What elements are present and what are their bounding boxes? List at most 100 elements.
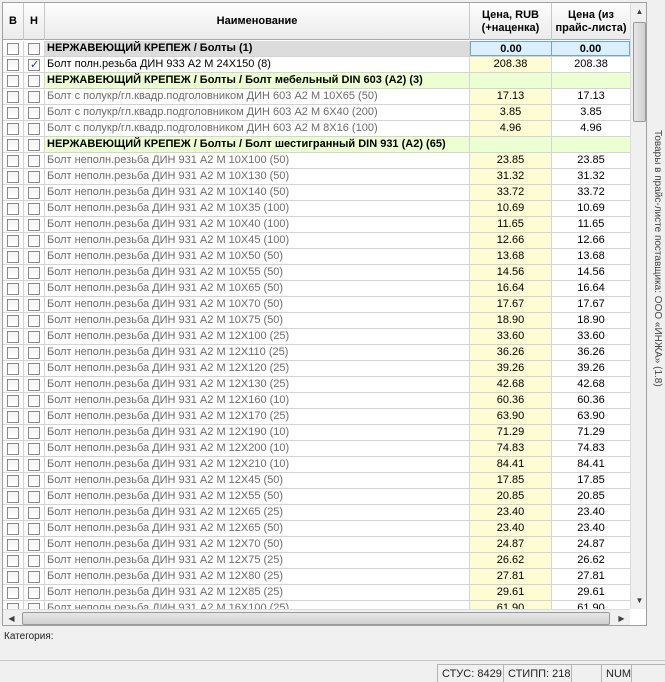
checkbox-b[interactable] [7, 379, 19, 391]
checkbox-h[interactable] [28, 523, 40, 535]
checkbox-h[interactable] [28, 123, 40, 135]
table-row[interactable]: Болт неполн.резьба ДИН 931 А2 М 12Х85 (2… [3, 585, 630, 601]
table-row[interactable]: Болт неполн.резьба ДИН 931 А2 М 10Х65 (5… [3, 281, 630, 297]
name-cell[interactable]: Болт неполн.резьба ДИН 931 А2 М 12Х80 (2… [45, 569, 470, 584]
checkbox-h[interactable] [28, 491, 40, 503]
price-markup-cell[interactable]: 33.60 [470, 329, 552, 344]
checkbox-h[interactable] [28, 475, 40, 487]
checkbox-b[interactable] [7, 427, 19, 439]
checkbox-h[interactable] [28, 219, 40, 231]
checkbox-h[interactable] [28, 555, 40, 567]
checkbox-h[interactable] [28, 235, 40, 247]
table-row[interactable]: Болт неполн.резьба ДИН 931 А2 М 12Х130 (… [3, 377, 630, 393]
price-list-cell[interactable]: 31.32 [552, 169, 630, 184]
header-col-name[interactable]: Наименование [45, 3, 470, 40]
price-markup-cell[interactable]: 23.40 [470, 505, 552, 520]
checkbox-b[interactable] [7, 587, 19, 599]
table-row[interactable]: Болт с полукр/гл.квадр.подголовником ДИН… [3, 105, 630, 121]
price-markup-cell[interactable]: 63.90 [470, 409, 552, 424]
checkbox-b[interactable] [7, 203, 19, 215]
checkbox-h[interactable] [28, 315, 40, 327]
name-cell[interactable]: Болт неполн.резьба ДИН 931 А2 М 12Х45 (5… [45, 473, 470, 488]
price-markup-cell[interactable]: 17.85 [470, 473, 552, 488]
checkbox-b[interactable] [7, 411, 19, 423]
name-cell[interactable]: Болт неполн.резьба ДИН 931 А2 М 12Х55 (5… [45, 489, 470, 504]
name-cell[interactable]: НЕРЖАВЕЮЩИЙ КРЕПЕЖ / Болты / Болт шестиг… [45, 137, 470, 152]
price-list-cell[interactable]: 63.90 [552, 409, 630, 424]
name-cell[interactable]: Болт неполн.резьба ДИН 931 А2 М 12Х160 (… [45, 393, 470, 408]
checkbox-b[interactable] [7, 123, 19, 135]
price-markup-cell[interactable]: 42.68 [470, 377, 552, 392]
checkbox-h[interactable] [28, 427, 40, 439]
name-cell[interactable]: Болт с полукр/гл.квадр.подголовником ДИН… [45, 89, 470, 104]
name-cell[interactable]: Болт неполн.резьба ДИН 931 А2 М 12Х120 (… [45, 361, 470, 376]
name-cell[interactable]: Болт неполн.резьба ДИН 931 А2 М 12Х70 (5… [45, 537, 470, 552]
price-markup-cell[interactable]: 18.90 [470, 313, 552, 328]
price-list-cell[interactable]: 17.13 [552, 89, 630, 104]
price-list-cell[interactable]: 24.87 [552, 537, 630, 552]
checkbox-h[interactable] [28, 107, 40, 119]
name-cell[interactable]: Болт с полукр/гл.квадр.подголовником ДИН… [45, 105, 470, 120]
header-col-h[interactable]: Н [24, 3, 45, 40]
table-row[interactable]: НЕРЖАВЕЮЩИЙ КРЕПЕЖ / Болты (1) 0.00 0.00 [3, 41, 630, 57]
table-row[interactable]: Болт неполн.резьба ДИН 931 А2 М 16Х100 (… [3, 601, 630, 609]
price-list-cell[interactable]: 12.66 [552, 233, 630, 248]
checkbox-h[interactable] [28, 57, 40, 72]
checkbox-b[interactable] [7, 91, 19, 103]
price-markup-cell[interactable]: 36.26 [470, 345, 552, 360]
price-list-cell[interactable]: 17.85 [552, 473, 630, 488]
price-markup-cell[interactable]: 71.29 [470, 425, 552, 440]
checkbox-h[interactable] [28, 43, 40, 55]
name-cell[interactable]: Болт неполн.резьба ДИН 931 А2 М 10Х75 (5… [45, 313, 470, 328]
price-list-cell[interactable] [552, 137, 630, 152]
checkbox-h[interactable] [28, 139, 40, 151]
price-markup-cell[interactable]: 16.64 [470, 281, 552, 296]
price-markup-cell[interactable]: 13.68 [470, 249, 552, 264]
checkbox-b[interactable] [7, 331, 19, 343]
checkbox-h[interactable] [28, 539, 40, 551]
name-cell[interactable]: Болт неполн.резьба ДИН 931 А2 М 10Х45 (1… [45, 233, 470, 248]
table-row[interactable]: Болт полн.резьба ДИН 933 А2 М 24Х150 (8)… [3, 57, 630, 73]
checkbox-h[interactable] [28, 283, 40, 295]
price-markup-cell[interactable]: 17.67 [470, 297, 552, 312]
table-row[interactable]: Болт неполн.резьба ДИН 931 А2 М 10Х130 (… [3, 169, 630, 185]
price-list-cell[interactable]: 13.68 [552, 249, 630, 264]
table-row[interactable]: Болт неполн.резьба ДИН 931 А2 М 12Х190 (… [3, 425, 630, 441]
price-list-cell[interactable]: 16.64 [552, 281, 630, 296]
checkbox-b[interactable] [7, 459, 19, 471]
category-row[interactable]: НЕРЖАВЕЮЩИЙ КРЕПЕЖ / Болты / Болт мебель… [3, 73, 630, 89]
price-list-cell[interactable]: 60.36 [552, 393, 630, 408]
checkbox-h[interactable] [28, 155, 40, 167]
checkbox-h[interactable] [28, 299, 40, 311]
checkbox-h[interactable] [28, 459, 40, 471]
checkbox-b[interactable] [7, 219, 19, 231]
checkbox-b[interactable] [7, 395, 19, 407]
table-row[interactable]: Болт неполн.резьба ДИН 931 А2 М 12Х55 (5… [3, 489, 630, 505]
checkbox-h[interactable] [28, 379, 40, 391]
price-list-cell[interactable]: 36.26 [552, 345, 630, 360]
name-cell[interactable]: Болт неполн.резьба ДИН 931 А2 М 12Х100 (… [45, 329, 470, 344]
price-list-cell[interactable]: 84.41 [552, 457, 630, 472]
name-cell[interactable]: Болт неполн.резьба ДИН 931 А2 М 12Х210 (… [45, 457, 470, 472]
price-list-cell[interactable]: 33.60 [552, 329, 630, 344]
name-cell[interactable]: НЕРЖАВЕЮЩИЙ КРЕПЕЖ / Болты (1) [45, 41, 470, 56]
table-row[interactable]: Болт неполн.резьба ДИН 931 А2 М 10Х45 (1… [3, 233, 630, 249]
horizontal-scrollbar[interactable]: ◀ ▶ [3, 609, 630, 625]
price-markup-cell[interactable]: 14.56 [470, 265, 552, 280]
price-list-cell[interactable]: 39.26 [552, 361, 630, 376]
table-row[interactable]: Болт неполн.резьба ДИН 931 А2 М 12Х45 (5… [3, 473, 630, 489]
table-row[interactable]: Болт неполн.резьба ДИН 931 А2 М 12Х160 (… [3, 393, 630, 409]
table-row[interactable]: Болт неполн.резьба ДИН 931 А2 М 12Х170 (… [3, 409, 630, 425]
price-list-cell[interactable]: 23.85 [552, 153, 630, 168]
header-col-price-markup[interactable]: Цена, RUB (+наценка) [470, 3, 552, 40]
name-cell[interactable]: Болт неполн.резьба ДИН 931 А2 М 10Х100 (… [45, 153, 470, 168]
table-row[interactable]: Болт неполн.резьба ДИН 931 А2 М 12Х100 (… [3, 329, 630, 345]
price-list-cell[interactable]: 27.81 [552, 569, 630, 584]
name-cell[interactable]: НЕРЖАВЕЮЩИЙ КРЕПЕЖ / Болты / Болт мебель… [45, 73, 470, 88]
checkbox-b[interactable] [7, 523, 19, 535]
price-list-cell[interactable]: 3.85 [552, 105, 630, 120]
price-markup-cell[interactable]: 12.66 [470, 233, 552, 248]
price-markup-cell[interactable]: 61.90 [470, 601, 552, 609]
price-list-cell[interactable]: 18.90 [552, 313, 630, 328]
scroll-left-icon[interactable]: ◀ [3, 610, 20, 625]
